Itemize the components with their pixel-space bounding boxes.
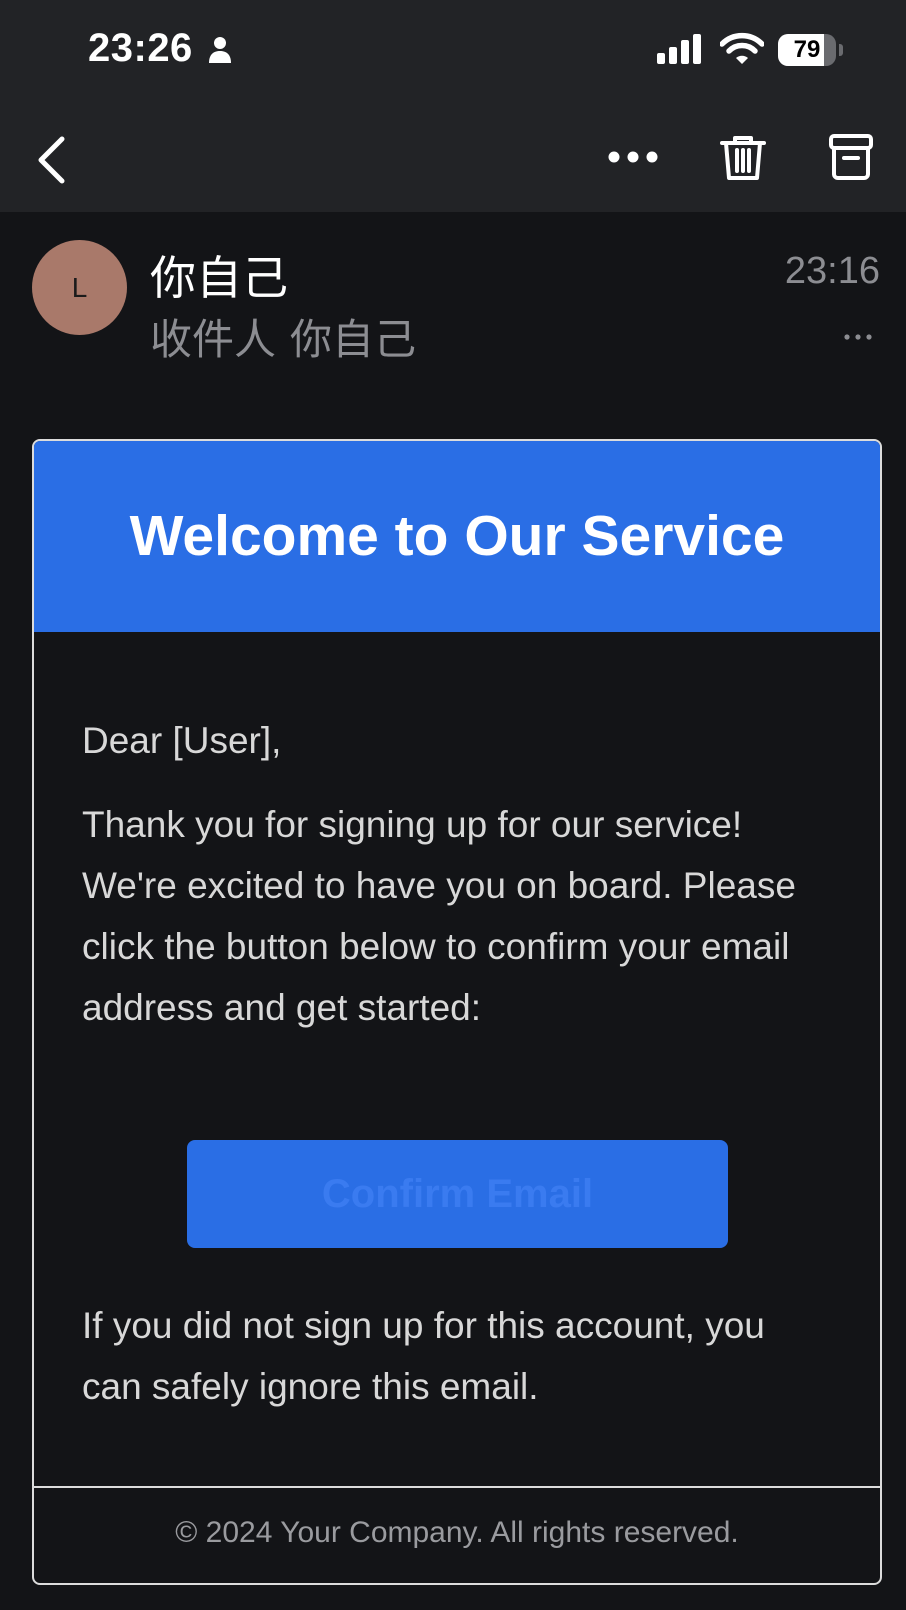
- wifi-icon: [719, 32, 765, 71]
- recipient-prefix: 收件人: [150, 316, 277, 363]
- message-time: 23:16: [784, 250, 880, 292]
- more-horizontal-icon[interactable]: [608, 150, 658, 169]
- status-time: 23:26: [88, 26, 193, 70]
- confirm-email-label: Confirm Email: [321, 1172, 594, 1216]
- person-icon: [208, 36, 232, 69]
- email-paragraph-1: Thank you for signing up for our service…: [82, 804, 796, 1028]
- confirm-email-button[interactable]: Confirm Email: [187, 1140, 728, 1248]
- cellular-signal-icon: [657, 34, 703, 69]
- email-paragraph-2: If you did not sign up for this account,…: [82, 1305, 765, 1407]
- email-footer: © 2024 Your Company. All rights reserved…: [175, 1516, 739, 1549]
- chevron-left-icon[interactable]: [36, 136, 66, 189]
- recipient-line[interactable]: 收件人 你自己: [150, 306, 416, 367]
- footer-divider: [32, 1486, 882, 1488]
- email-title: Welcome to Our Service: [129, 504, 785, 568]
- sender-name[interactable]: 你自己: [150, 242, 288, 308]
- trash-icon[interactable]: [720, 134, 766, 187]
- avatar[interactable]: L: [32, 240, 127, 335]
- email-banner: Welcome to Our Service: [34, 441, 880, 632]
- archive-icon[interactable]: [829, 134, 873, 185]
- battery-indicator: 79: [778, 34, 843, 66]
- details-more-icon[interactable]: [843, 328, 873, 346]
- battery-percent: 79: [793, 36, 821, 63]
- email-greeting: Dear [User],: [82, 720, 282, 761]
- recipient-name: 你自己: [290, 316, 417, 363]
